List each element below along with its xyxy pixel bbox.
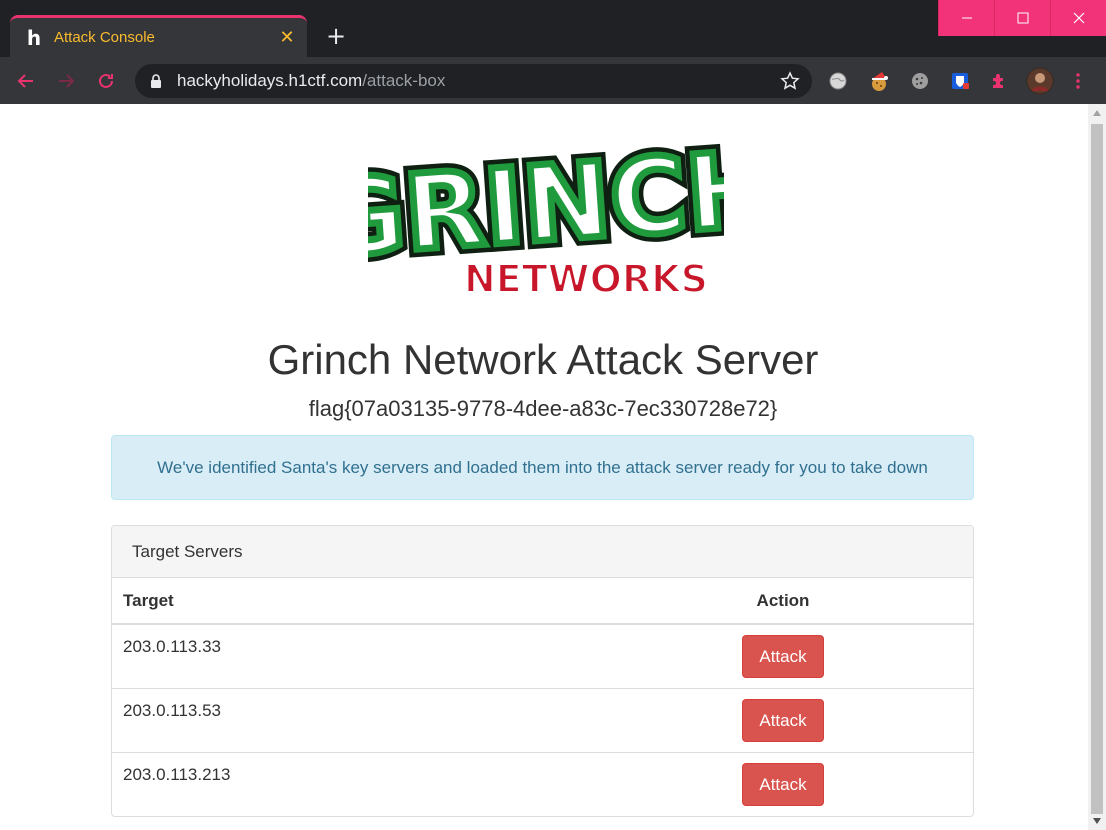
santa-cookie-extension-icon[interactable] bbox=[867, 69, 891, 93]
target-ip: 203.0.113.53 bbox=[112, 687, 593, 752]
logo-word-networks: NETWORKS bbox=[464, 257, 708, 298]
scroll-up-arrow-icon[interactable] bbox=[1088, 104, 1106, 122]
page-viewport: GRINCH GRINCH NETWORKS Grinch Network At… bbox=[0, 104, 1088, 830]
browser-window: h Attack Console ✕ + hackyholidays.h1ctf… bbox=[0, 0, 1106, 830]
tab-strip: h Attack Console ✕ + bbox=[0, 0, 1106, 57]
close-icon bbox=[1073, 12, 1084, 24]
tab-attack-console[interactable]: h Attack Console ✕ bbox=[10, 15, 307, 57]
target-ip: 203.0.113.213 bbox=[112, 751, 593, 816]
url-path: /attack-box bbox=[362, 71, 446, 90]
forward-button[interactable] bbox=[49, 64, 83, 98]
action-cell: Attack bbox=[593, 751, 973, 816]
reload-icon bbox=[99, 73, 113, 88]
info-alert-text: We've identified Santa's key servers and… bbox=[157, 457, 928, 477]
attack-button[interactable]: Attack bbox=[742, 762, 824, 806]
tab-title: Attack Console bbox=[54, 29, 155, 46]
action-cell: Attack bbox=[593, 623, 973, 688]
minimize-icon bbox=[961, 17, 972, 19]
bitwarden-extension-icon[interactable] bbox=[948, 69, 972, 93]
arrow-right-icon bbox=[59, 74, 75, 88]
column-header-action: Action bbox=[593, 578, 973, 625]
close-window-button[interactable] bbox=[1050, 0, 1106, 36]
target-servers-table: Target Action 203.0.113.33 Attack 203.0.… bbox=[112, 578, 973, 816]
column-header-target: Target bbox=[112, 578, 593, 625]
scrollbar-thumb[interactable] bbox=[1091, 124, 1103, 814]
table-row: 203.0.113.33 Attack bbox=[112, 623, 973, 688]
table-row: 203.0.113.213 Attack bbox=[112, 751, 973, 816]
profile-avatar[interactable] bbox=[1026, 67, 1054, 95]
panel-heading: Target Servers bbox=[112, 526, 973, 578]
action-cell: Attack bbox=[593, 687, 973, 752]
puzzle-extensions-icon[interactable] bbox=[987, 69, 1011, 93]
table-row: 203.0.113.53 Attack bbox=[112, 687, 973, 752]
grinch-networks-logo: GRINCH GRINCH NETWORKS bbox=[368, 119, 724, 298]
minimize-button[interactable] bbox=[938, 0, 994, 36]
info-alert: We've identified Santa's key servers and… bbox=[111, 435, 974, 500]
new-tab-button[interactable]: + bbox=[322, 22, 350, 50]
table-header-row: Target Action bbox=[112, 578, 973, 625]
scroll-down-arrow-icon[interactable] bbox=[1088, 812, 1106, 830]
page-scrollbar[interactable] bbox=[1088, 104, 1106, 830]
lock-icon bbox=[149, 74, 163, 88]
page-title: Grinch Network Attack Server bbox=[267, 336, 819, 383]
maximize-icon bbox=[1017, 12, 1028, 24]
browser-toolbar: hackyholidays.h1ctf.com/attack-box bbox=[0, 57, 1106, 104]
flag-text: flag{07a03135-9778-4dee-a83c-7ec330728e7… bbox=[308, 396, 778, 421]
maximize-button[interactable] bbox=[994, 0, 1050, 36]
reload-button[interactable] bbox=[89, 64, 123, 98]
target-ip: 203.0.113.33 bbox=[112, 623, 593, 688]
address-bar[interactable]: hackyholidays.h1ctf.com/attack-box bbox=[135, 64, 812, 98]
attack-button[interactable]: Attack bbox=[742, 698, 824, 742]
attack-button[interactable]: Attack bbox=[742, 635, 824, 678]
hackerone-favicon-icon: h bbox=[26, 25, 42, 50]
url-host: hackyholidays.h1ctf.com bbox=[177, 71, 363, 90]
browser-menu-icon[interactable] bbox=[1066, 69, 1090, 93]
window-controls bbox=[938, 0, 1106, 36]
tab-close-icon[interactable]: ✕ bbox=[279, 27, 295, 48]
url-text: hackyholidays.h1ctf.com/attack-box bbox=[177, 71, 445, 91]
target-servers-panel: Target Servers Target Action 203.0.113.3… bbox=[111, 525, 974, 817]
cookie-extension-icon[interactable] bbox=[908, 69, 932, 93]
globe-extension-icon[interactable] bbox=[826, 69, 850, 93]
arrow-left-icon bbox=[17, 74, 33, 88]
back-button[interactable] bbox=[9, 64, 43, 98]
bookmark-star-icon[interactable] bbox=[780, 71, 800, 91]
